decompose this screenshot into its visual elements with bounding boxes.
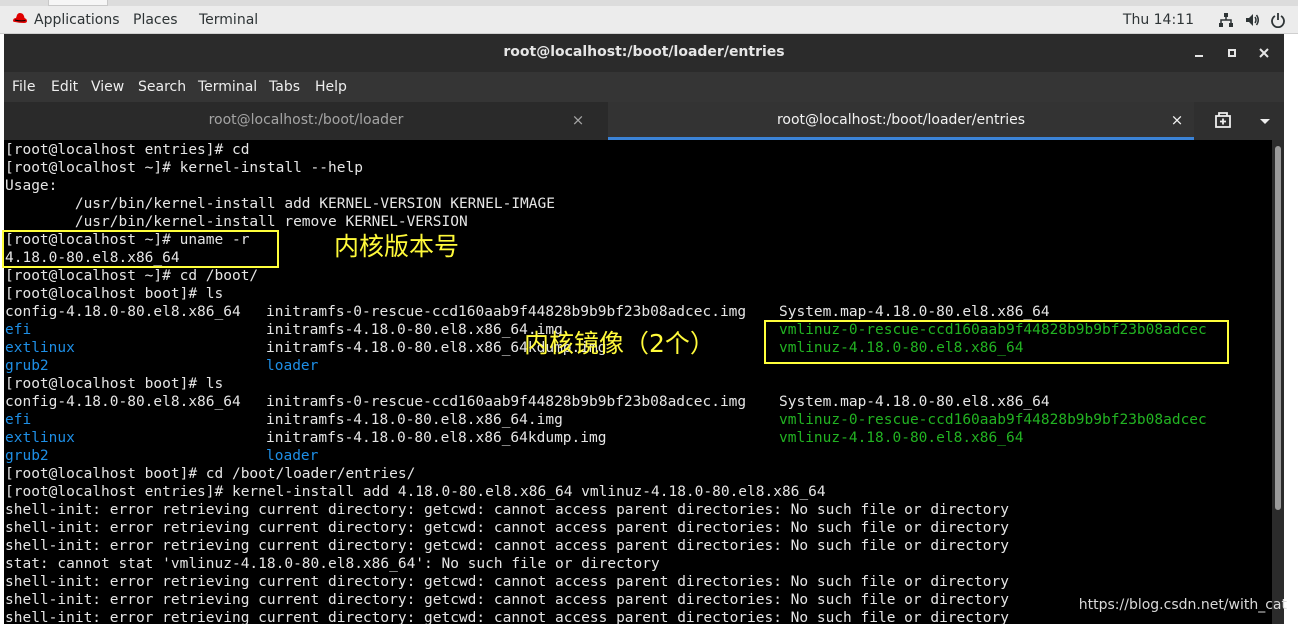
minimize-button[interactable]: [1190, 44, 1208, 62]
ls-entry: initramfs-4.18.0-80.el8.x86_64.img: [266, 412, 563, 428]
ls-entry: initramfs-4.18.0-80.el8.x86_64kdump.img: [266, 430, 607, 446]
applications-menu[interactable]: Applications: [34, 11, 120, 29]
terminal-line: /usr/bin/kernel-install remove KERNEL-VE…: [5, 214, 468, 230]
terminal-app-menu[interactable]: Terminal: [199, 11, 258, 29]
terminal-line: shell-init: error retrieving current dir…: [5, 538, 1009, 554]
ls-entry-directory: loader: [266, 448, 319, 464]
desktop-edge: [1284, 34, 1298, 624]
terminal-line: shell-init: error retrieving current dir…: [5, 592, 1009, 608]
tab-close-icon[interactable]: ×: [570, 111, 586, 129]
menu-search[interactable]: Search: [138, 78, 186, 96]
menu-file[interactable]: File: [12, 78, 35, 96]
ls-entry-directory: efi: [5, 412, 32, 428]
terminal-line: shell-init: error retrieving current dir…: [5, 502, 1009, 518]
menu-help[interactable]: Help: [315, 78, 347, 96]
annotation-kernel-images: 内核镜像（2个）: [524, 329, 715, 358]
terminal-line: [root@localhost entries]# kernel-install…: [5, 484, 826, 500]
background-window-strip: [0, 0, 1298, 6]
ls-entry: System.map-4.18.0-80.el8.x86_64: [779, 394, 1050, 410]
window-title: root@localhost:/boot/loader/entries: [503, 44, 785, 60]
ls-entry: initramfs-4.18.0-80.el8.x86_64.img: [266, 322, 563, 338]
ls-entry-executable: vmlinuz-4.18.0-80.el8.x86_64: [779, 430, 1024, 446]
new-tab-icon: [1215, 112, 1231, 128]
ls-entry: config-4.18.0-80.el8.x86_64: [5, 394, 241, 410]
annotation-box-kernel-images: [764, 320, 1229, 364]
volume-icon[interactable]: [1244, 12, 1260, 28]
tab-menu-button[interactable]: [1254, 110, 1276, 132]
menu-view[interactable]: View: [91, 78, 124, 96]
ls-entry-executable: vmlinuz-0-rescue-ccd160aab9f44828b9b9bf2…: [779, 412, 1207, 428]
tab-bar: root@localhost:/boot/loader × root@local…: [4, 102, 1284, 140]
window-title-bar[interactable]: root@localhost:/boot/loader/entries: [4, 34, 1284, 72]
ls-row: config-4.18.0-80.el8.x86_64 initramfs-0-…: [5, 303, 1271, 321]
menu-bar: File Edit View Search Terminal Tabs Help: [4, 72, 1284, 102]
maximize-button[interactable]: [1223, 44, 1241, 62]
terminal-line: [root@localhost boot]# ls: [5, 286, 224, 302]
terminal-line: [root@localhost boot]# ls: [5, 376, 224, 392]
chevron-down-icon: [1260, 119, 1270, 124]
scrollbar-thumb[interactable]: [1275, 146, 1281, 510]
close-icon: [1259, 48, 1269, 58]
watermark: https://blog.csdn.net/with_cat: [1078, 597, 1287, 613]
ls-entry-directory: extlinux: [5, 430, 75, 446]
terminal-line: [root@localhost ~]# kernel-install --hel…: [5, 160, 363, 176]
system-tray[interactable]: Thu 14:11: [1123, 11, 1286, 29]
terminal-scrollbar[interactable]: [1272, 140, 1284, 624]
annotation-box-kernel-version: [2, 230, 279, 268]
tab-loader[interactable]: root@localhost:/boot/loader ×: [4, 102, 608, 140]
ls-row: efi initramfs-4.18.0-80.el8.x86_64.img v…: [5, 411, 1271, 429]
redhat-logo-icon: [13, 13, 27, 23]
terminal-line: shell-init: error retrieving current dir…: [5, 520, 1009, 536]
close-window-button[interactable]: [1255, 44, 1273, 62]
ls-entry: initramfs-0-rescue-ccd160aab9f44828b9b9b…: [266, 304, 747, 320]
ls-entry: initramfs-0-rescue-ccd160aab9f44828b9b9b…: [266, 394, 747, 410]
terminal-line: [root@localhost ~]# cd /boot/: [5, 268, 259, 284]
ls-entry-directory: grub2: [5, 358, 49, 374]
terminal-line: shell-init: error retrieving current dir…: [5, 610, 1009, 624]
tab-label: root@localhost:/boot/loader: [208, 112, 404, 128]
terminal-line: /usr/bin/kernel-install add KERNEL-VERSI…: [5, 196, 555, 212]
power-icon[interactable]: [1270, 12, 1286, 28]
clock[interactable]: Thu 14:11: [1123, 12, 1194, 28]
background-tab-stub: [48, 0, 108, 6]
minimize-icon: [1195, 55, 1203, 57]
terminal-line: [root@localhost boot]# cd /boot/loader/e…: [5, 466, 416, 482]
ls-entry-directory: loader: [266, 358, 319, 374]
tab-close-icon[interactable]: ×: [1169, 111, 1185, 129]
terminal-line: stat: cannot stat 'vmlinuz-4.18.0-80.el8…: [5, 556, 660, 572]
ls-row: grub2 loader: [5, 447, 1271, 465]
ls-entry-directory: extlinux: [5, 340, 75, 356]
places-menu[interactable]: Places: [133, 11, 178, 29]
tab-label: root@localhost:/boot/loader/entries: [776, 112, 1026, 128]
terminal-line: [root@localhost entries]# cd: [5, 142, 250, 158]
ls-row: config-4.18.0-80.el8.x86_64 initramfs-0-…: [5, 393, 1271, 411]
network-icon[interactable]: [1218, 12, 1234, 28]
menu-terminal[interactable]: Terminal: [198, 78, 257, 96]
menu-tabs[interactable]: Tabs: [269, 78, 300, 96]
terminal-line: shell-init: error retrieving current dir…: [5, 574, 1009, 590]
terminal-output[interactable]: [root@localhost entries]# cd [root@local…: [4, 140, 1272, 624]
maximize-icon: [1228, 49, 1236, 57]
annotation-kernel-version: 内核版本号: [334, 232, 460, 261]
tab-entries[interactable]: root@localhost:/boot/loader/entries ×: [608, 102, 1194, 140]
gnome-top-bar: Applications Places Terminal Thu 14:11: [0, 0, 1298, 34]
ls-entry: config-4.18.0-80.el8.x86_64: [5, 304, 241, 320]
new-tab-button[interactable]: [1212, 110, 1234, 132]
menu-edit[interactable]: Edit: [51, 78, 78, 96]
ls-entry-directory: efi: [5, 322, 32, 338]
ls-entry-directory: grub2: [5, 448, 49, 464]
terminal-line: Usage:: [5, 178, 58, 194]
ls-row: extlinux initramfs-4.18.0-80.el8.x86_64k…: [5, 429, 1271, 447]
ls-entry: System.map-4.18.0-80.el8.x86_64: [779, 304, 1050, 320]
